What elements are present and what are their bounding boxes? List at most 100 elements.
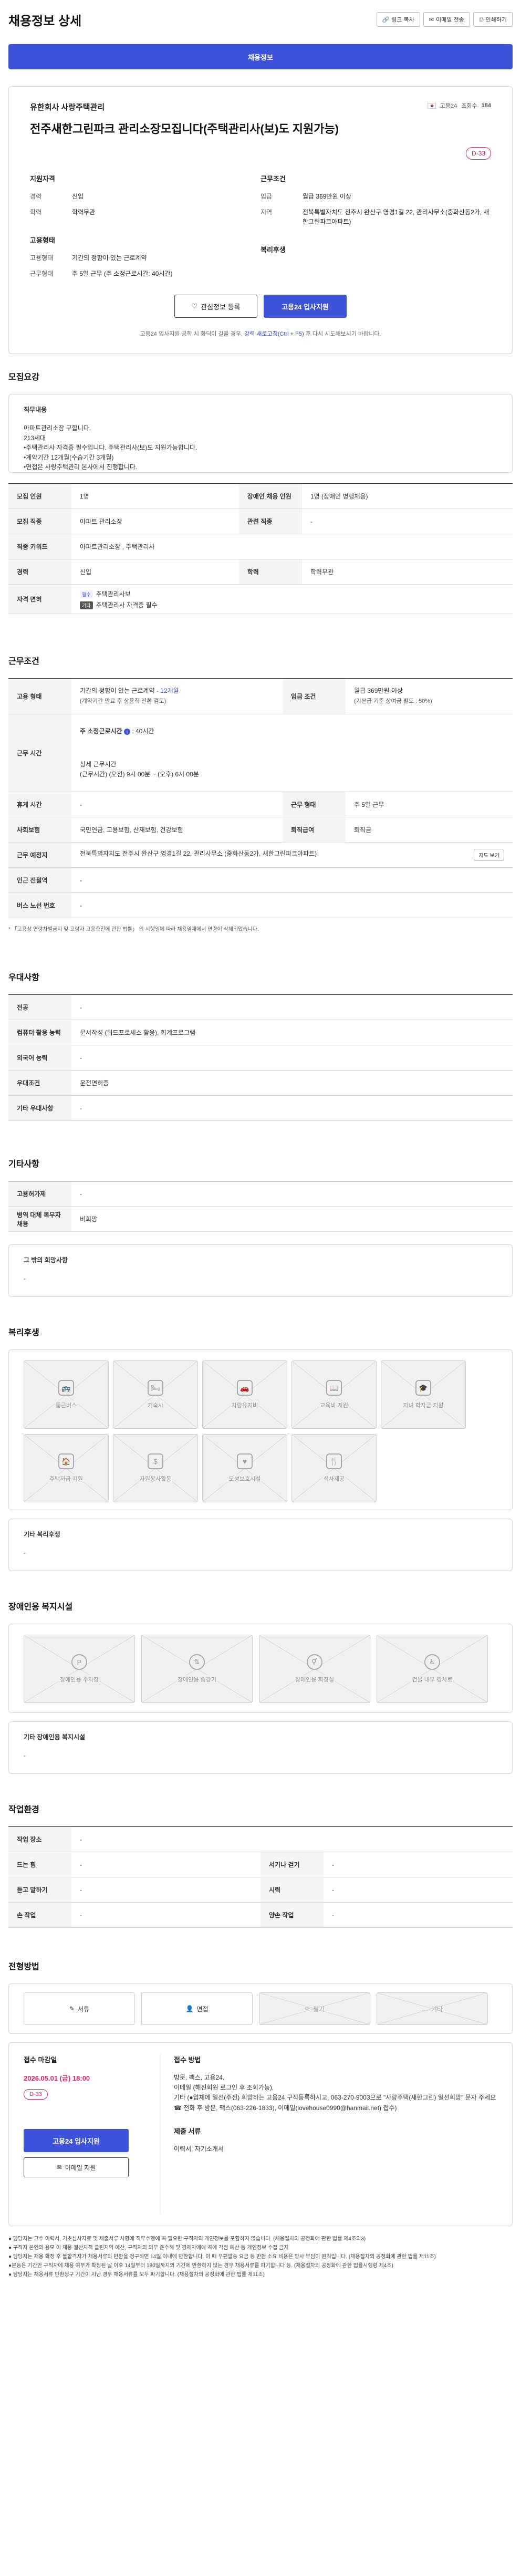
duty-text: 아파트관리소장 구합니다. 213세대 •주택관리사 자격증 필수입니다. 주택…	[24, 424, 197, 471]
welfare-item: 🏠 주택자금 지원	[24, 1434, 109, 1502]
welfare-label: 식사제공	[322, 1474, 346, 1483]
apply-button[interactable]: 고용24 입사지원	[264, 295, 347, 318]
copy-link-button[interactable]: 🔗 링크 복사	[376, 12, 420, 27]
views-count: 184	[481, 102, 491, 109]
table-row: 휴게 시간 - 근무 형태 주 5일 근무	[8, 792, 513, 817]
info-icon[interactable]: i	[123, 728, 130, 735]
table-row: 인근 전철역 -	[8, 867, 513, 893]
info-row: 근무형태 주 5일 근무 (주 소정근로시간: 40시간)	[30, 269, 260, 278]
info-value: 신입	[72, 193, 84, 200]
selection-label: 면접	[196, 2005, 209, 2013]
print-button[interactable]: ⎙ 인쇄하기	[473, 12, 513, 27]
bus-icon: 🚌	[58, 1380, 74, 1396]
table-row: 자격 면허 필수 주택관리사보 기타 주택관리사 자격증 필수	[8, 584, 513, 614]
table-row: 병역 대체 복무자 채용 비희망	[8, 1206, 513, 1232]
facility-label: 장애인용 화장실	[294, 1675, 335, 1684]
deadline-label: 접수 마감일	[24, 2056, 57, 2064]
welfare-item: 🚗 차량유지비	[202, 1360, 287, 1429]
welfare-item: 🚌 통근버스	[24, 1360, 109, 1429]
docs-text: 이력서, 자기소개서	[174, 2145, 224, 2153]
note-line: ● 담당자는 고수 이력서, 기초심사자료 및 제출서류 사항에 직무수행에 꼭…	[8, 2236, 366, 2242]
mail-icon: ✉	[429, 16, 434, 23]
print-label: 인쇄하기	[485, 17, 507, 23]
info-row: 임금 월급 369만원 이상	[260, 192, 491, 201]
duty-box: 직무내용 아파트관리소장 구합니다. 213세대 •주택관리사 자격증 필수입니…	[8, 394, 513, 473]
recruit-table: 모집 인원 1명 장애인 채용 인원 1명 (장애인 병행채용) 모집 직종 아파트 …	[8, 483, 513, 614]
page-title: 채용정보 상세	[8, 14, 82, 28]
section-title: 근무조건	[8, 657, 39, 666]
license-name: 주택관리사 자격증 필수	[96, 601, 158, 609]
selection-label: 필기	[312, 2005, 325, 2013]
table-row: 듣고 말하기 - 시력 -	[8, 1877, 513, 1903]
table-row: 작업 장소 -	[8, 1826, 513, 1852]
map-view-button[interactable]: 지도 보기	[474, 849, 504, 861]
welfare-item: 🎓 자녀 학자금 지원	[381, 1360, 466, 1429]
cafeteria-icon: 🍴	[326, 1453, 342, 1469]
job-summary-card: 유한회사 사랑주택관리 고용24 조회수 184 전주새한그린파크 관리소장모집…	[8, 86, 513, 354]
age-footnote: * 「고용상 연령차별금지 및 고령자 고용촉진에 관한 법률」 의 시행일에 …	[8, 927, 259, 932]
license-name: 주택관리사보	[96, 590, 131, 598]
company-name: 유한회사 사랑주택관리	[30, 103, 105, 112]
section-title: 기타사항	[8, 1160, 39, 1169]
table-row: 우대조건 운전면허증	[8, 1070, 513, 1096]
section-title: 복리후생	[8, 1328, 39, 1337]
copy-link-label: 링크 복사	[391, 17, 414, 23]
welfare-item: 📖 교육비 지원	[291, 1360, 377, 1429]
disability-facility-item: ♿ 건물 내부 경사로	[377, 1635, 488, 1703]
table-row: 버스 노선 번호 -	[8, 892, 513, 918]
apply-box: 접수 마감일 2026.05.01 (금) 18:00 D-33 고용24 입사…	[8, 2042, 513, 2226]
welfare-box: 🚌 통근버스 🛏 기숙사 🚗 차량유지비 📖 교육비 지원 🎓 자녀 학자금 지원 🏠 주택자금 지원…	[8, 1349, 513, 1510]
job-meta: 고용24 조회수 184	[427, 101, 491, 110]
preference-table: 전공 - 컴퓨터 활용 능력 문서작성 (워드프로세스 활용), 회계프로그램 외국…	[8, 994, 513, 1121]
note-line: ● 담당자는 채용 확정 후 불합격자가 채용서류의 반환을 청구하면 14일 …	[8, 2254, 436, 2260]
org-badge: 고용24	[440, 103, 457, 109]
table-row: 고용허가제 -	[8, 1181, 513, 1207]
environment-table: 작업 장소 - 드는 힘 - 서기나 걷기 - 듣고 말하기 - 시력 - 손 작업 - 양손 작…	[8, 1826, 513, 1928]
info-key: 지역	[260, 209, 273, 216]
welfare-label: 통근버스	[54, 1401, 78, 1409]
welfare-label: 교육비 지원	[319, 1401, 349, 1409]
welfare-label: 모성보호시설	[227, 1474, 262, 1483]
elevator-icon: ⇅	[189, 1654, 205, 1670]
views-label: 조회수	[461, 103, 477, 109]
welfare-label: 차량유지비	[230, 1401, 259, 1409]
info-row: 경력 신입	[30, 192, 260, 201]
qualification-heading: 지원자격	[30, 175, 55, 183]
money-icon: $	[148, 1453, 163, 1469]
disability-facility-item: ⚥ 장애인용 화장실	[259, 1635, 370, 1703]
welfare-item: 🛏 기숙사	[113, 1360, 198, 1429]
work-place: 전북특별자치도 전주시 완산구 영경1길 22, 관리사무소 (중화산동2가, …	[80, 850, 317, 857]
note-line: ●본등은 기간만 구직자에 채용 여부가 확정된 날 이후 14일부터 180일…	[8, 2263, 393, 2269]
graduation-icon: 🎓	[415, 1380, 431, 1396]
apply-button-bottom[interactable]: 고용24 입사지원	[24, 2129, 129, 2152]
info-value: 주 5일 근무 (주 소정근로시간: 40시간)	[72, 270, 173, 277]
email-apply-button[interactable]: ✉ 이메일 지원	[24, 2157, 129, 2177]
parking-icon: P	[71, 1654, 87, 1670]
add-interest-button[interactable]: ♡ 관심정보 등록	[174, 295, 257, 318]
preference-section: 우대사항 전공 - 컴퓨터 활용 능력 문서작성 (워드프로세스 활용), 회계프로…	[8, 954, 513, 1121]
job-detail-page: 채용정보 상세 🔗 링크 복사 ✉ 이메일 전송 ⎙ 인쇄하기 채용정보 유한회…	[0, 0, 521, 2295]
header-actions: 🔗 링크 복사 ✉ 이메일 전송 ⎙ 인쇄하기	[376, 12, 513, 27]
job-info-tab[interactable]: 채용정보	[8, 44, 513, 69]
meal-icon: 🚗	[237, 1380, 253, 1396]
table-row: 전공 -	[8, 994, 513, 1020]
dorm-icon: 🛏	[148, 1380, 163, 1396]
other-disability-box: 기타 장애인용 복지시설 -	[8, 1721, 513, 1774]
info-key: 경력	[30, 193, 42, 200]
disability-facility-item: ⇅ 장애인용 승강기	[141, 1635, 253, 1703]
send-email-button[interactable]: ✉ 이메일 전송	[423, 12, 470, 27]
note-line: ● 담당자는 채용서류 반환청구 기간이 지난 경우 채용서류를 모두 파기합니…	[8, 2272, 265, 2278]
section-title: 우대사항	[8, 973, 39, 982]
selection-method-item: ✎ 서류	[24, 1992, 135, 2025]
welfare-label: 자녀 학자금 지원	[402, 1401, 445, 1409]
info-value: 전북특별자치도 전주시 완산구 영경1길 22, 관리사무소(중화산동2가, 새…	[303, 209, 489, 225]
info-key: 임금	[260, 193, 273, 200]
disability-box: P 장애인용 주차장 ⇅ 장애인용 승강기 ⚥ 장애인용 화장실 ♿ 건물 내부 경사로	[8, 1624, 513, 1713]
environment-section: 작업환경 작업 장소 - 드는 힘 - 서기나 걷기 - 듣고 말하기 - 시력 - 손 작업…	[8, 1786, 513, 1928]
job-title: 전주새한그린파크 관리소장모집니다(주택관리사(보)도 지원가능)	[30, 122, 339, 136]
facility-label: 건물 내부 경사로	[411, 1675, 454, 1684]
desired-box: 그 밖의 희망사항 -	[8, 1244, 513, 1297]
selection-box: ✎ 서류 👤 면접 ✏ 필기… 기타	[8, 1983, 513, 2034]
method-text: 방문, 팩스, 고용24, 이메일 (해진회원 로그인 후 조회가능), 기타 …	[174, 2074, 496, 2112]
dday-badge: D-33	[465, 147, 491, 160]
